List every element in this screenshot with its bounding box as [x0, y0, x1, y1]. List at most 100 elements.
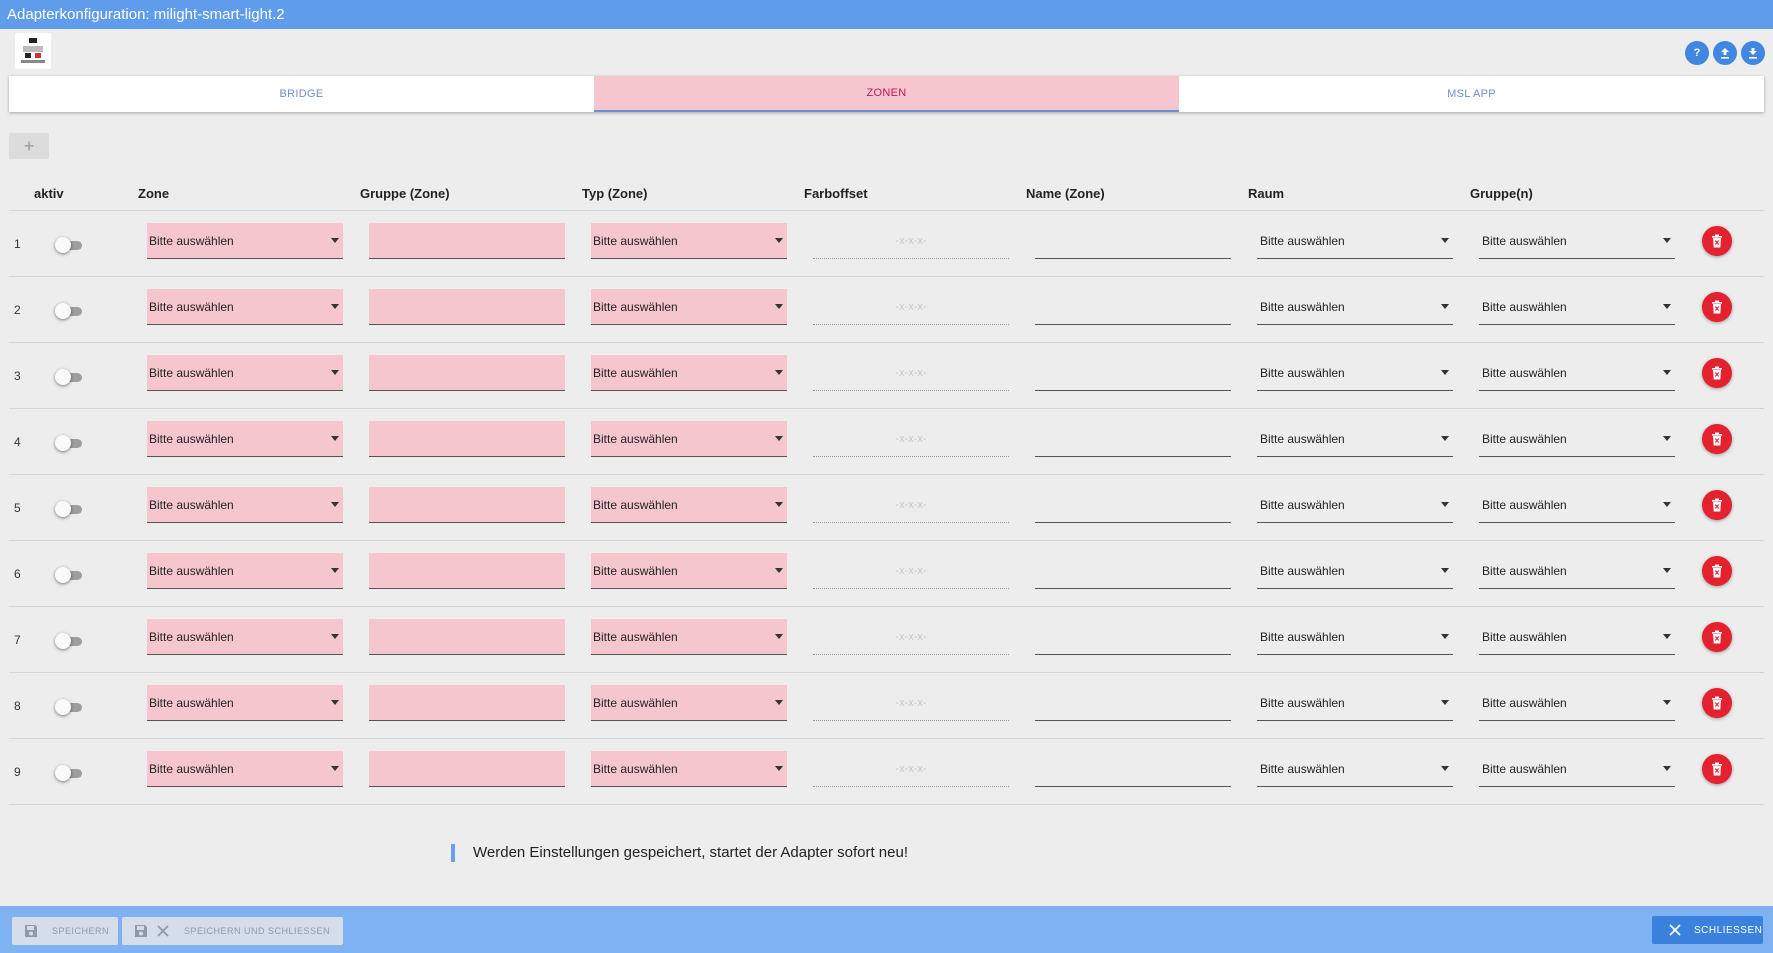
- zone-select[interactable]: Bitte auswählen: [147, 751, 343, 787]
- adapter-logo: [15, 33, 51, 69]
- window-title: Adapterkonfiguration: milight-smart-ligh…: [0, 0, 1773, 29]
- aktiv-toggle[interactable]: [55, 435, 82, 451]
- name-zone-input[interactable]: [1035, 223, 1231, 259]
- aktiv-toggle[interactable]: [55, 633, 82, 649]
- name-zone-input[interactable]: [1035, 751, 1231, 787]
- delete-row-button[interactable]: [1702, 622, 1732, 652]
- row-number: 5: [14, 501, 21, 515]
- save-button[interactable]: SPEICHERN: [12, 917, 118, 945]
- delete-row-button[interactable]: [1702, 490, 1732, 520]
- gruppe-zone-input[interactable]: [369, 421, 565, 457]
- raum-select[interactable]: Bitte auswählen: [1257, 685, 1453, 721]
- delete-row-button[interactable]: [1702, 358, 1732, 388]
- save-and-close-button[interactable]: SPEICHERN UND SCHLIESSEN: [122, 917, 343, 945]
- gruppen-select[interactable]: Bitte auswählen: [1479, 289, 1675, 325]
- gruppe-zone-input[interactable]: [369, 553, 565, 589]
- typ-zone-select[interactable]: Bitte auswählen: [591, 751, 787, 787]
- name-zone-input[interactable]: [1035, 487, 1231, 523]
- typ-zone-select[interactable]: Bitte auswählen: [591, 619, 787, 655]
- gruppen-select[interactable]: Bitte auswählen: [1479, 355, 1675, 391]
- tab-bridge[interactable]: BRIDGE: [9, 76, 594, 112]
- raum-select-value: Bitte auswählen: [1260, 432, 1345, 446]
- delete-row-button[interactable]: [1702, 292, 1732, 322]
- gruppe-zone-input[interactable]: [369, 619, 565, 655]
- typ-zone-select[interactable]: Bitte auswählen: [591, 223, 787, 259]
- zone-select[interactable]: Bitte auswählen: [147, 223, 343, 259]
- close-button[interactable]: SCHLIESSEN: [1652, 916, 1763, 944]
- upload-icon[interactable]: [1713, 41, 1737, 65]
- download-icon[interactable]: [1741, 41, 1765, 65]
- aktiv-toggle[interactable]: [55, 765, 82, 781]
- raum-select[interactable]: Bitte auswählen: [1257, 751, 1453, 787]
- gruppen-select[interactable]: Bitte auswählen: [1479, 421, 1675, 457]
- delete-row-button[interactable]: [1702, 688, 1732, 718]
- zone-select[interactable]: Bitte auswählen: [147, 289, 343, 325]
- name-zone-input[interactable]: [1035, 553, 1231, 589]
- zone-select[interactable]: Bitte auswählen: [147, 553, 343, 589]
- raum-select[interactable]: Bitte auswählen: [1257, 289, 1453, 325]
- footer-bar: SPEICHERN SPEICHERN UND SCHLIESSEN SCHLI…: [0, 906, 1773, 953]
- aktiv-toggle[interactable]: [55, 501, 82, 517]
- help-icon[interactable]: ?: [1685, 41, 1709, 65]
- raum-select[interactable]: Bitte auswählen: [1257, 619, 1453, 655]
- delete-row-button[interactable]: [1702, 754, 1732, 784]
- raum-select[interactable]: Bitte auswählen: [1257, 355, 1453, 391]
- row-number: 3: [14, 369, 21, 383]
- name-zone-input[interactable]: [1035, 685, 1231, 721]
- zone-select[interactable]: Bitte auswählen: [147, 487, 343, 523]
- farboffset-field: -x-x-x-: [813, 685, 1009, 721]
- zone-select[interactable]: Bitte auswählen: [147, 421, 343, 457]
- typ-zone-select[interactable]: Bitte auswählen: [591, 355, 787, 391]
- delete-row-button[interactable]: [1702, 556, 1732, 586]
- chevron-down-icon: [775, 370, 783, 375]
- name-zone-input[interactable]: [1035, 355, 1231, 391]
- farboffset-field: -x-x-x-: [813, 553, 1009, 589]
- table-row: 3 Bitte auswählen Bitte auswählen -x-x-x- Bi…: [9, 343, 1764, 409]
- gruppe-zone-input[interactable]: [369, 355, 565, 391]
- gruppe-zone-input[interactable]: [369, 751, 565, 787]
- aktiv-toggle[interactable]: [55, 303, 82, 319]
- gruppen-select[interactable]: Bitte auswählen: [1479, 487, 1675, 523]
- gruppe-zone-input[interactable]: [369, 223, 565, 259]
- typ-zone-select[interactable]: Bitte auswählen: [591, 487, 787, 523]
- aktiv-toggle[interactable]: [55, 567, 82, 583]
- gruppen-select[interactable]: Bitte auswählen: [1479, 553, 1675, 589]
- farboffset-field: -x-x-x-: [813, 751, 1009, 787]
- gruppe-zone-input[interactable]: [369, 289, 565, 325]
- gruppen-select[interactable]: Bitte auswählen: [1479, 685, 1675, 721]
- tab-zonen[interactable]: ZONEN: [594, 76, 1179, 112]
- aktiv-toggle[interactable]: [55, 237, 82, 253]
- add-row-button[interactable]: +: [9, 133, 49, 159]
- zone-select[interactable]: Bitte auswählen: [147, 619, 343, 655]
- gruppen-select[interactable]: Bitte auswählen: [1479, 619, 1675, 655]
- name-zone-input[interactable]: [1035, 619, 1231, 655]
- save-icon: [24, 924, 38, 938]
- chevron-down-icon: [1441, 436, 1449, 441]
- gruppe-zone-input[interactable]: [369, 487, 565, 523]
- gruppen-select[interactable]: Bitte auswählen: [1479, 223, 1675, 259]
- aktiv-toggle[interactable]: [55, 699, 82, 715]
- zone-select[interactable]: Bitte auswählen: [147, 355, 343, 391]
- aktiv-toggle[interactable]: [55, 369, 82, 385]
- typ-zone-select[interactable]: Bitte auswählen: [591, 421, 787, 457]
- delete-row-button[interactable]: [1702, 424, 1732, 454]
- name-zone-input[interactable]: [1035, 289, 1231, 325]
- gruppen-select-value: Bitte auswählen: [1482, 366, 1567, 380]
- trash-icon: [1712, 300, 1722, 314]
- typ-zone-select[interactable]: Bitte auswählen: [591, 685, 787, 721]
- name-zone-input[interactable]: [1035, 421, 1231, 457]
- table-row: 6 Bitte auswählen Bitte auswählen -x-x-x- Bi…: [9, 541, 1764, 607]
- gruppe-zone-input[interactable]: [369, 685, 565, 721]
- raum-select[interactable]: Bitte auswählen: [1257, 223, 1453, 259]
- raum-select[interactable]: Bitte auswählen: [1257, 421, 1453, 457]
- raum-select[interactable]: Bitte auswählen: [1257, 487, 1453, 523]
- typ-zone-select[interactable]: Bitte auswählen: [591, 289, 787, 325]
- typ-zone-select[interactable]: Bitte auswählen: [591, 553, 787, 589]
- delete-row-button[interactable]: [1702, 226, 1732, 256]
- tab-msl-app[interactable]: MSL APP: [1179, 76, 1764, 112]
- raum-select[interactable]: Bitte auswählen: [1257, 553, 1453, 589]
- zone-select[interactable]: Bitte auswählen: [147, 685, 343, 721]
- trash-icon: [1712, 498, 1722, 512]
- gruppen-select[interactable]: Bitte auswählen: [1479, 751, 1675, 787]
- close-button-label: SCHLIESSEN: [1694, 924, 1763, 936]
